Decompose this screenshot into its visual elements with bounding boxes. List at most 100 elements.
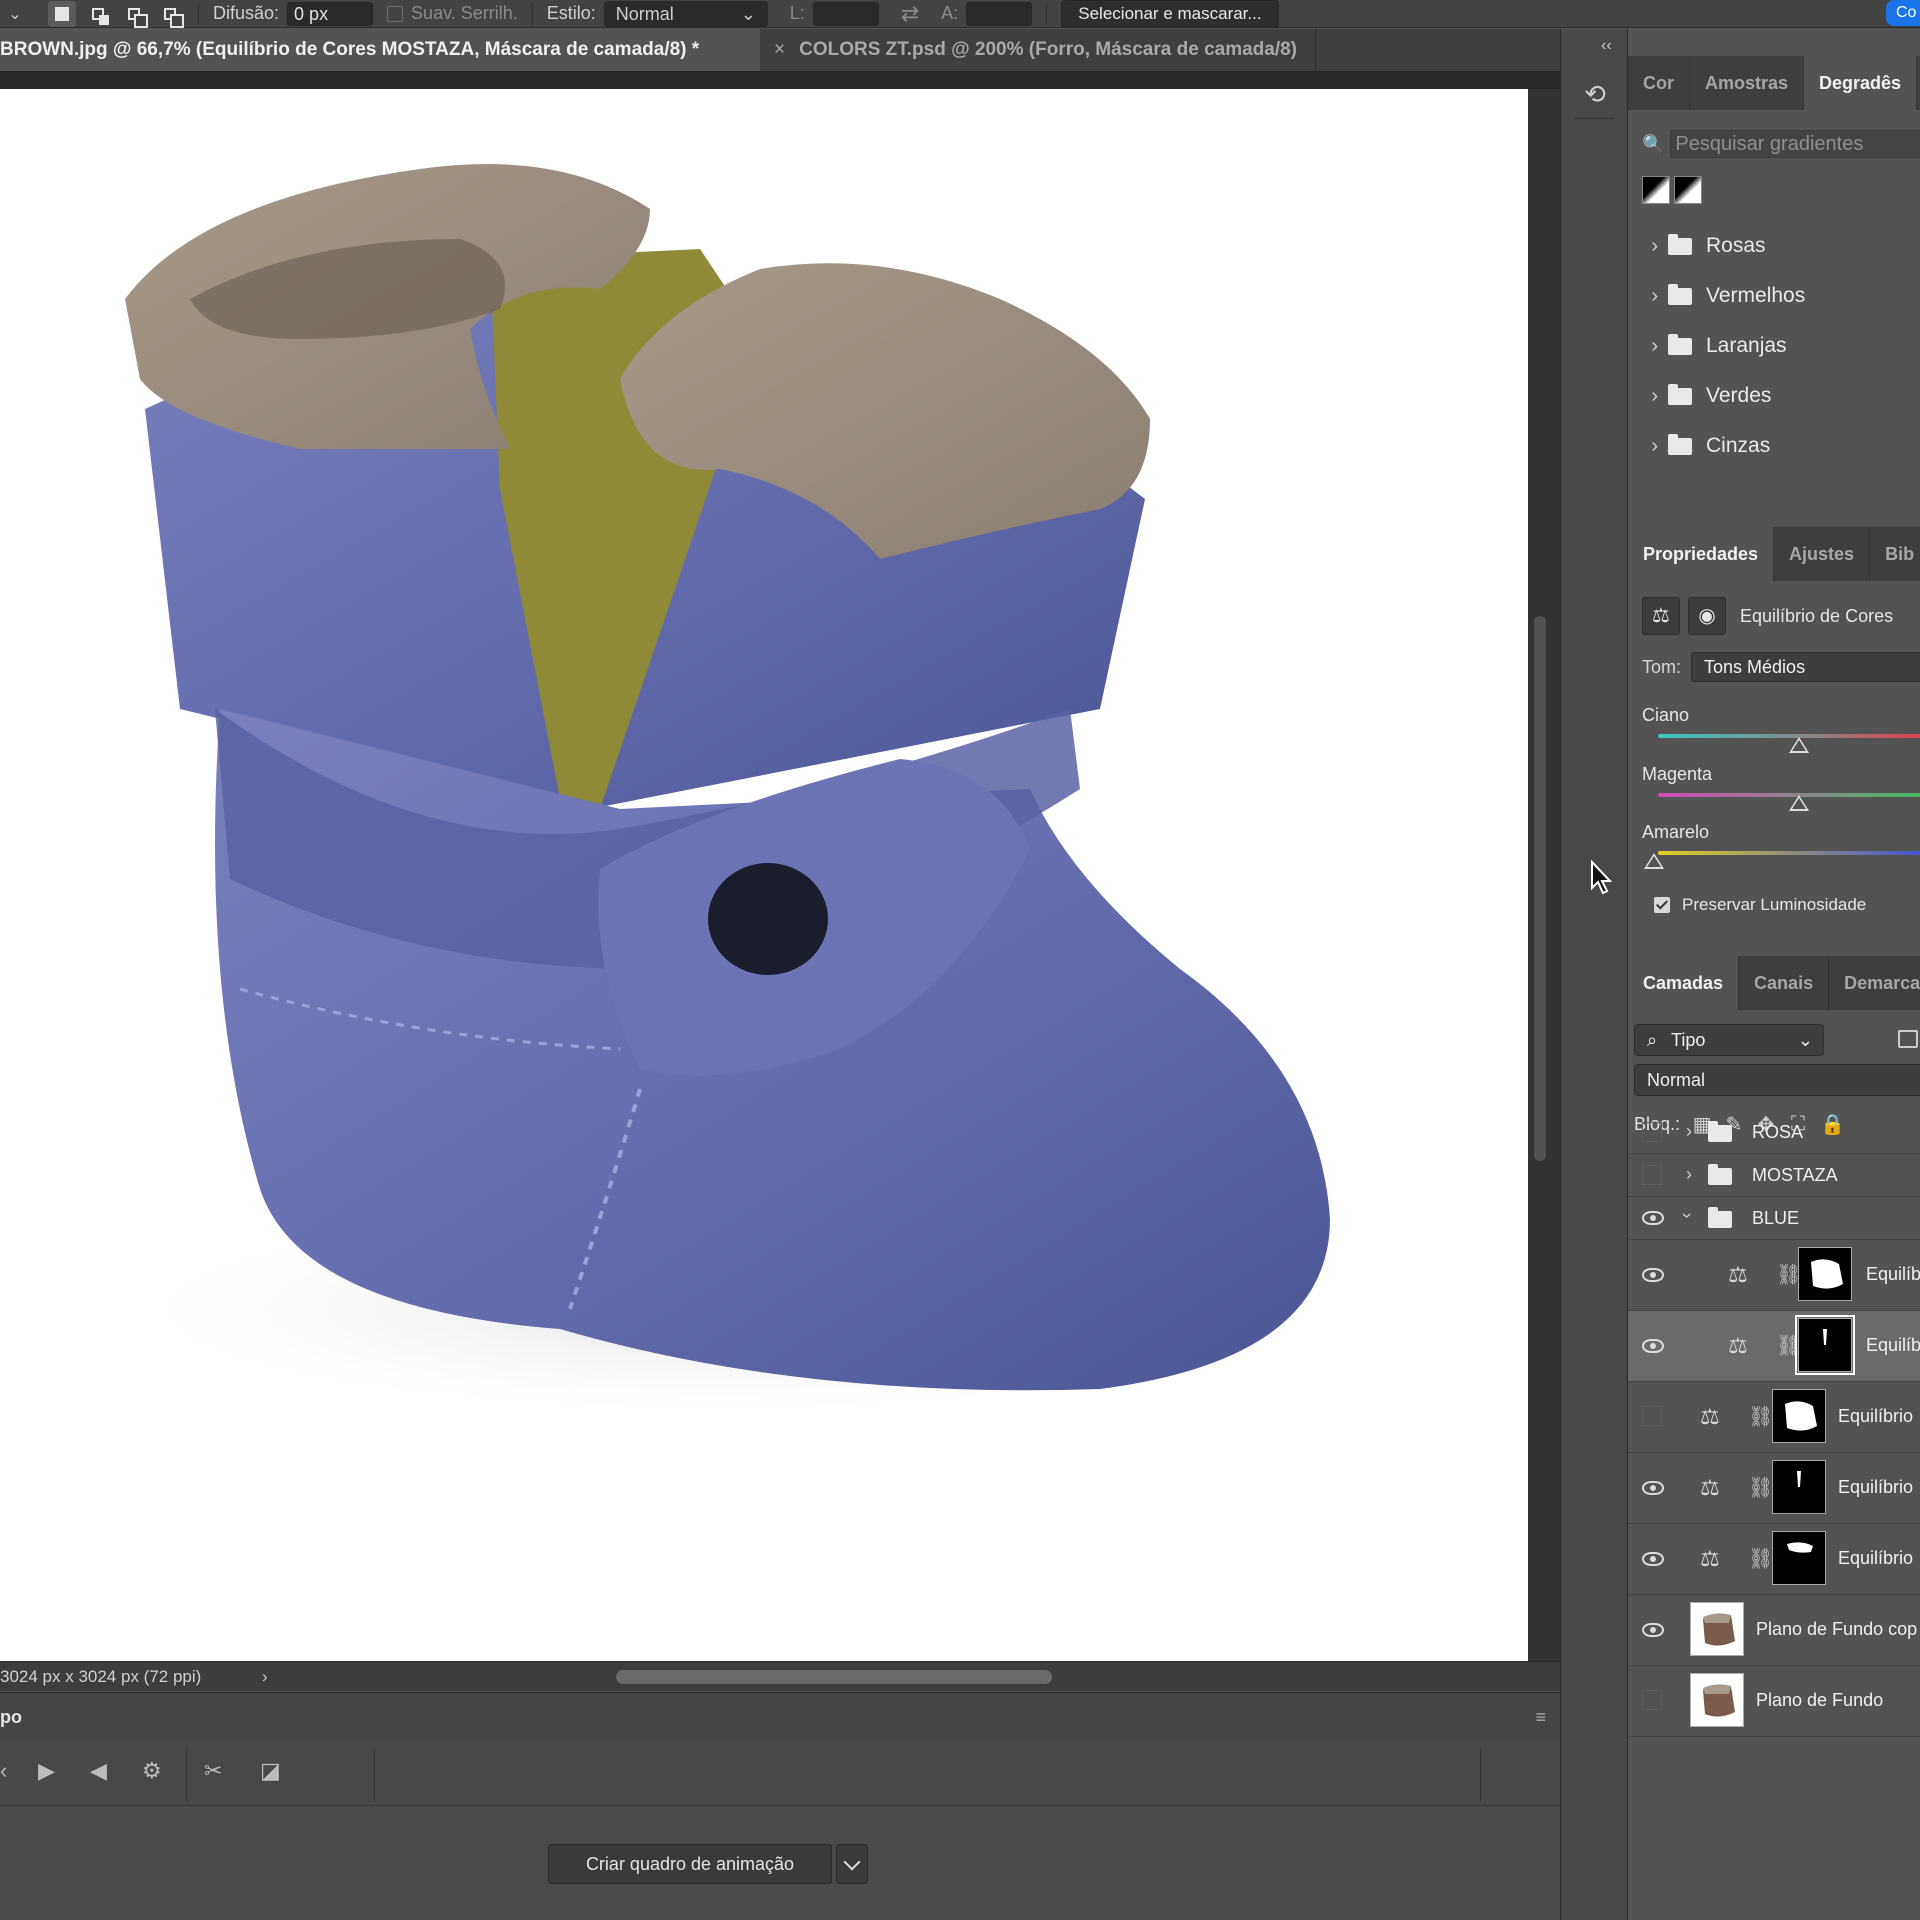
antialias-checkbox[interactable] — [387, 5, 404, 22]
cyan-slider-thumb[interactable] — [1789, 737, 1809, 753]
vertical-scroll-thumb[interactable] — [1534, 616, 1546, 1161]
play-icon[interactable]: ▶ — [38, 1758, 55, 1784]
layer-row[interactable]: ⚖ ⛓ Equilíbrio — [1628, 1524, 1920, 1595]
tab-bibliotecas[interactable]: Bib — [1870, 527, 1920, 581]
chevron-right-icon[interactable]: › — [1686, 1121, 1692, 1142]
transition-icon[interactable]: ◪ — [260, 1758, 281, 1784]
layer-row-selected[interactable]: ⚖ ⛓ Equilíb — [1628, 1311, 1920, 1382]
link-icon[interactable]: ⛓ — [1748, 1404, 1773, 1429]
link-icon[interactable]: ⛓ — [1748, 1475, 1773, 1500]
layer-row-background[interactable]: Plano de Fundo — [1628, 1666, 1920, 1737]
collapse-panels-icon[interactable]: ‹‹ — [1601, 37, 1612, 55]
horizontal-scroll-thumb[interactable] — [616, 1670, 1052, 1684]
intersect-selection-button[interactable] — [156, 1, 184, 28]
gear-icon[interactable]: ⚙ — [142, 1758, 162, 1784]
eye-icon[interactable] — [1642, 1339, 1664, 1353]
subtract-selection-button[interactable] — [120, 1, 148, 28]
tab-canais[interactable]: Canais — [1739, 956, 1830, 1010]
add-selection-button[interactable] — [84, 1, 112, 27]
layer-mask-thumbnail[interactable] — [1795, 1315, 1855, 1375]
status-menu-arrow-icon[interactable]: › — [262, 1662, 268, 1692]
chevron-down-icon[interactable]: › — [1677, 1213, 1698, 1219]
eye-icon[interactable] — [1642, 1481, 1664, 1495]
blend-mode-select[interactable]: Normal — [1634, 1064, 1920, 1096]
options-bar: ⌄ Difusão: 0 px Suav. Serrilh. Estilo: N… — [0, 0, 1920, 28]
scissors-icon[interactable]: ✂ — [204, 1758, 222, 1784]
layer-thumbnail[interactable] — [1690, 1602, 1744, 1656]
close-icon[interactable]: × — [774, 39, 785, 60]
feather-input[interactable]: 0 px — [287, 1, 374, 26]
visibility-toggle[interactable] — [1642, 1165, 1662, 1185]
eye-icon[interactable] — [1642, 1552, 1664, 1566]
gradient-folder[interactable]: › Cinzas — [1628, 421, 1920, 471]
tab-degrades[interactable]: Degradês — [1804, 56, 1918, 110]
eye-icon[interactable] — [1642, 1211, 1664, 1225]
tone-select[interactable]: Tons Médios — [1691, 652, 1920, 682]
panel-menu-icon[interactable]: ≡ — [1535, 1707, 1546, 1728]
layer-mask-thumbnail[interactable] — [1798, 1247, 1852, 1301]
audio-icon[interactable]: ◀ — [90, 1758, 107, 1784]
layer-mask-thumbnail[interactable] — [1772, 1460, 1826, 1514]
chevron-right-icon[interactable]: › — [1628, 285, 1668, 308]
layer-row[interactable]: ⚖ ⛓ Equilíbrio — [1628, 1453, 1920, 1524]
gradient-swatch-black-transparent[interactable] — [1674, 176, 1702, 204]
width-input[interactable] — [812, 1, 879, 26]
select-and-mask-button[interactable]: Selecionar e mascarar... — [1061, 0, 1279, 28]
new-selection-button[interactable] — [48, 0, 76, 27]
layer-row-background-copy[interactable]: Plano de Fundo cop — [1628, 1595, 1920, 1666]
layer-row-blue[interactable]: › BLUE — [1628, 1197, 1920, 1240]
layer-row[interactable]: ⚖ ⛓ Equilíbrio — [1628, 1382, 1920, 1453]
magenta-slider-thumb[interactable] — [1789, 795, 1809, 811]
chevron-down-icon[interactable] — [836, 1844, 868, 1884]
share-button[interactable]: Co — [1886, 0, 1920, 26]
tab-amostras[interactable]: Amostras — [1690, 56, 1805, 110]
tab-brown-jpg[interactable]: BROWN.jpg @ 66,7% (Equilíbrio de Cores M… — [0, 29, 760, 71]
gradient-folder[interactable]: › Laranjas — [1628, 321, 1920, 371]
document-canvas[interactable] — [0, 89, 1528, 1661]
mask-shape — [1785, 1401, 1817, 1431]
eye-icon[interactable] — [1642, 1268, 1664, 1282]
layer-row[interactable]: ⚖ ⛓ Equilíb — [1628, 1240, 1920, 1311]
preserve-luminosity-checkbox[interactable] — [1654, 897, 1670, 913]
chevron-right-icon[interactable]: › — [1628, 385, 1668, 408]
gradient-folder[interactable]: › Vermelhos — [1628, 271, 1920, 321]
create-frame-animation-button[interactable]: Criar quadro de animação — [548, 1844, 832, 1884]
visibility-toggle[interactable] — [1642, 1406, 1662, 1426]
chevron-right-icon[interactable]: › — [1628, 435, 1668, 458]
history-icon[interactable]: ⟲ — [1575, 79, 1615, 119]
layer-mask-thumbnail[interactable] — [1772, 1389, 1826, 1443]
layer-row-mostaza[interactable]: › MOSTAZA — [1628, 1154, 1920, 1197]
image-filter-icon[interactable] — [1898, 1030, 1918, 1048]
layer-filter-select[interactable]: ⌕ Tipo ⌄ — [1634, 1024, 1824, 1056]
style-select[interactable]: Normal ⌄ — [603, 0, 768, 27]
gradient-search-input[interactable] — [1670, 130, 1920, 158]
tab-demarcadores[interactable]: Demarca — [1829, 956, 1920, 1010]
link-icon[interactable]: ⛓ — [1748, 1546, 1773, 1571]
tab-propriedades[interactable]: Propriedades — [1628, 527, 1775, 581]
tab-camadas[interactable]: Camadas — [1628, 956, 1740, 1010]
tab-ajustes[interactable]: Ajustes — [1774, 527, 1871, 581]
visibility-toggle[interactable] — [1642, 1122, 1662, 1142]
chevron-right-icon[interactable]: › — [1628, 335, 1668, 358]
layer-thumbnail[interactable] — [1690, 1673, 1744, 1727]
gradient-folder[interactable]: › Verdes — [1628, 371, 1920, 421]
eye-icon[interactable] — [1642, 1623, 1664, 1637]
chevron-right-icon[interactable]: › — [1628, 235, 1668, 258]
swap-icon[interactable]: ⇄ — [901, 1, 919, 27]
tab-colors-psd[interactable]: × COLORS ZT.psd @ 200% (Forro, Máscara de… — [760, 29, 1317, 71]
tab-cor[interactable]: Cor — [1628, 56, 1690, 110]
yellow-slider-thumb[interactable] — [1644, 853, 1664, 869]
prev-frame-icon[interactable]: ‹ — [0, 1758, 7, 1784]
color-balance-icon[interactable]: ⚖ — [1642, 597, 1680, 635]
tool-preset-chevron-icon[interactable]: ⌄ — [0, 4, 30, 24]
height-input[interactable] — [966, 1, 1033, 26]
yellow-blue-slider[interactable] — [1658, 851, 1920, 855]
layer-row-rosa[interactable]: › ROSA — [1628, 1111, 1920, 1154]
gradient-swatch-black-white[interactable] — [1642, 176, 1670, 204]
timeline-title[interactable]: po — [0, 1707, 22, 1728]
layer-mask-thumbnail[interactable] — [1772, 1531, 1826, 1585]
visibility-toggle[interactable] — [1642, 1690, 1662, 1710]
chevron-right-icon[interactable]: › — [1686, 1164, 1692, 1185]
gradient-folder[interactable]: › Rosas — [1628, 221, 1920, 271]
layer-mask-icon[interactable]: ◉ — [1688, 597, 1726, 635]
